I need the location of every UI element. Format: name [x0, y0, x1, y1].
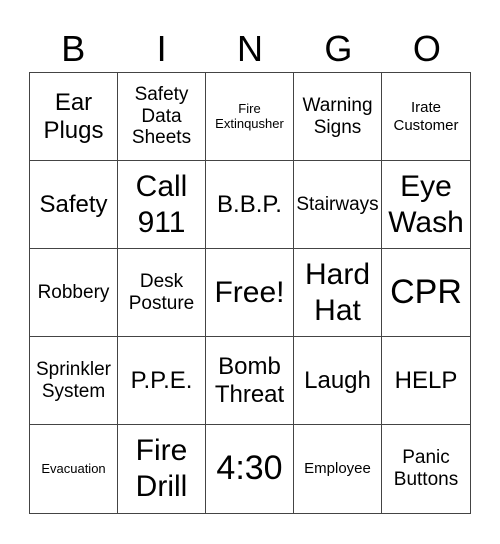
bingo-cell[interactable]: Irate Customer [382, 73, 470, 161]
bingo-cell[interactable]: Bomb Threat [206, 337, 294, 425]
bingo-cell[interactable]: Ear Plugs [30, 73, 118, 161]
bingo-cell[interactable]: Call 911 [118, 161, 206, 249]
bingo-cell[interactable]: Stairways [294, 161, 382, 249]
bingo-cell[interactable]: CPR [382, 249, 470, 337]
header-letter-n: N [237, 28, 264, 69]
header-letter-b: B [61, 28, 86, 69]
header-letter-i: I [156, 28, 167, 69]
free-space-cell[interactable]: Free! [206, 249, 294, 337]
bingo-cell[interactable]: Evacuation [30, 425, 118, 513]
bingo-grid: Ear Plugs Safety Data Sheets Fire Extinq… [29, 72, 471, 514]
bingo-cell[interactable]: Fire Extinqusher [206, 73, 294, 161]
bingo-cell[interactable]: Robbery [30, 249, 118, 337]
bingo-cell[interactable]: 4:30 [206, 425, 294, 513]
bingo-header: B I N G O [29, 26, 471, 72]
bingo-cell[interactable]: Desk Posture [118, 249, 206, 337]
bingo-cell[interactable]: Hard Hat [294, 249, 382, 337]
bingo-cell[interactable]: Safety Data Sheets [118, 73, 206, 161]
header-letter-o: O [412, 28, 441, 69]
bingo-cell[interactable]: HELP [382, 337, 470, 425]
bingo-cell[interactable]: Panic Buttons [382, 425, 470, 513]
bingo-cell[interactable]: Eye Wash [382, 161, 470, 249]
bingo-cell[interactable]: Fire Drill [118, 425, 206, 513]
bingo-cell[interactable]: Safety [30, 161, 118, 249]
bingo-cell[interactable]: Employee [294, 425, 382, 513]
bingo-cell[interactable]: Warning Signs [294, 73, 382, 161]
bingo-cell[interactable]: Sprinkler System [30, 337, 118, 425]
header-letter-g: G [324, 28, 353, 69]
bingo-cell[interactable]: B.B.P. [206, 161, 294, 249]
bingo-cell[interactable]: Laugh [294, 337, 382, 425]
bingo-cell[interactable]: P.P.E. [118, 337, 206, 425]
